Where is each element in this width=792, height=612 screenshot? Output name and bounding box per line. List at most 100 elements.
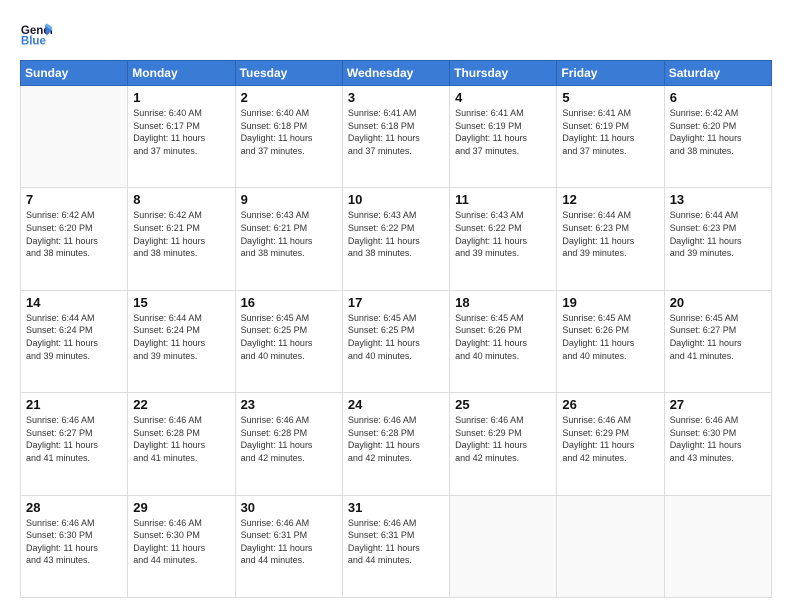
day-info: Sunrise: 6:44 AM Sunset: 6:23 PM Dayligh… xyxy=(670,209,766,259)
calendar-cell xyxy=(21,86,128,188)
calendar-cell: 16 Sunrise: 6:45 AM Sunset: 6:25 PM Dayli… xyxy=(235,290,342,392)
day-info: Sunrise: 6:46 AM Sunset: 6:28 PM Dayligh… xyxy=(133,414,229,464)
calendar-cell: 17 Sunrise: 6:45 AM Sunset: 6:25 PM Dayli… xyxy=(342,290,449,392)
day-info: Sunrise: 6:45 AM Sunset: 6:25 PM Dayligh… xyxy=(348,312,444,362)
day-info: Sunrise: 6:45 AM Sunset: 6:25 PM Dayligh… xyxy=(241,312,337,362)
day-number: 9 xyxy=(241,192,337,207)
calendar-cell: 20Sunrise: 6:45 AM Sunset: 6:27 PM Dayli… xyxy=(664,290,771,392)
day-info: Sunrise: 6:42 AM Sunset: 6:20 PM Dayligh… xyxy=(670,107,766,157)
day-number: 17 xyxy=(348,295,444,310)
day-number: 13 xyxy=(670,192,766,207)
calendar-cell: 29 Sunrise: 6:46 AM Sunset: 6:30 PM Dayli… xyxy=(128,495,235,597)
day-number: 31 xyxy=(348,500,444,515)
calendar-cell: 26 Sunrise: 6:46 AM Sunset: 6:29 PM Dayli… xyxy=(557,393,664,495)
day-number: 16 xyxy=(241,295,337,310)
day-info: Sunrise: 6:44 AM Sunset: 6:23 PM Dayligh… xyxy=(562,209,658,259)
calendar-cell: 15 Sunrise: 6:44 AM Sunset: 6:24 PM Dayli… xyxy=(128,290,235,392)
calendar-cell: 6 Sunrise: 6:42 AM Sunset: 6:20 PM Daylig… xyxy=(664,86,771,188)
day-info: Sunrise: 6:41 AM Sunset: 6:19 PM Dayligh… xyxy=(562,107,658,157)
day-number: 6 xyxy=(670,90,766,105)
day-info: Sunrise: 6:41 AM Sunset: 6:18 PM Dayligh… xyxy=(348,107,444,157)
calendar-week-row: 28 Sunrise: 6:46 AM Sunset: 6:30 PM Dayli… xyxy=(21,495,772,597)
day-info: Sunrise: 6:43 AM Sunset: 6:22 PM Dayligh… xyxy=(348,209,444,259)
calendar-cell: 5 Sunrise: 6:41 AM Sunset: 6:19 PM Daylig… xyxy=(557,86,664,188)
day-info: Sunrise: 6:46 AM Sunset: 6:28 PM Dayligh… xyxy=(348,414,444,464)
logo-icon: General Blue xyxy=(20,18,52,50)
calendar-cell xyxy=(664,495,771,597)
calendar-day-header: Monday xyxy=(128,61,235,86)
day-info: Sunrise: 6:42 AM Sunset: 6:20 PM Dayligh… xyxy=(26,209,122,259)
day-info: Sunrise: 6:46 AM Sunset: 6:30 PM Dayligh… xyxy=(133,517,229,567)
day-number: 24 xyxy=(348,397,444,412)
calendar-cell: 4Sunrise: 6:41 AM Sunset: 6:19 PM Daylig… xyxy=(450,86,557,188)
day-info: Sunrise: 6:46 AM Sunset: 6:31 PM Dayligh… xyxy=(241,517,337,567)
day-info: Sunrise: 6:40 AM Sunset: 6:18 PM Dayligh… xyxy=(241,107,337,157)
svg-text:Blue: Blue xyxy=(21,36,47,48)
day-number: 22 xyxy=(133,397,229,412)
calendar-cell: 1 Sunrise: 6:40 AM Sunset: 6:17 PM Daylig… xyxy=(128,86,235,188)
calendar-table: SundayMondayTuesdayWednesdayThursdayFrid… xyxy=(20,60,772,598)
day-number: 29 xyxy=(133,500,229,515)
calendar-cell: 27 Sunrise: 6:46 AM Sunset: 6:30 PM Dayli… xyxy=(664,393,771,495)
day-number: 3 xyxy=(348,90,444,105)
day-info: Sunrise: 6:44 AM Sunset: 6:24 PM Dayligh… xyxy=(26,312,122,362)
day-number: 20 xyxy=(670,295,766,310)
calendar-cell: 13 Sunrise: 6:44 AM Sunset: 6:23 PM Dayli… xyxy=(664,188,771,290)
calendar-header-row: SundayMondayTuesdayWednesdayThursdayFrid… xyxy=(21,61,772,86)
calendar-cell: 25 Sunrise: 6:46 AM Sunset: 6:29 PM Dayli… xyxy=(450,393,557,495)
day-info: Sunrise: 6:44 AM Sunset: 6:24 PM Dayligh… xyxy=(133,312,229,362)
day-number: 26 xyxy=(562,397,658,412)
header: General Blue xyxy=(20,18,772,50)
day-info: Sunrise: 6:42 AM Sunset: 6:21 PM Dayligh… xyxy=(133,209,229,259)
day-info: Sunrise: 6:45 AM Sunset: 6:26 PM Dayligh… xyxy=(455,312,551,362)
day-info: Sunrise: 6:46 AM Sunset: 6:30 PM Dayligh… xyxy=(26,517,122,567)
calendar-cell: 21Sunrise: 6:46 AM Sunset: 6:27 PM Dayli… xyxy=(21,393,128,495)
calendar-cell: 2 Sunrise: 6:40 AM Sunset: 6:18 PM Daylig… xyxy=(235,86,342,188)
day-number: 14 xyxy=(26,295,122,310)
day-number: 19 xyxy=(562,295,658,310)
day-number: 23 xyxy=(241,397,337,412)
day-number: 18 xyxy=(455,295,551,310)
calendar-cell: 22 Sunrise: 6:46 AM Sunset: 6:28 PM Dayli… xyxy=(128,393,235,495)
calendar-cell: 11 Sunrise: 6:43 AM Sunset: 6:22 PM Dayli… xyxy=(450,188,557,290)
day-number: 8 xyxy=(133,192,229,207)
day-number: 10 xyxy=(348,192,444,207)
calendar-week-row: 21Sunrise: 6:46 AM Sunset: 6:27 PM Dayli… xyxy=(21,393,772,495)
day-info: Sunrise: 6:41 AM Sunset: 6:19 PM Dayligh… xyxy=(455,107,551,157)
day-number: 1 xyxy=(133,90,229,105)
calendar-cell: 10 Sunrise: 6:43 AM Sunset: 6:22 PM Dayli… xyxy=(342,188,449,290)
calendar-day-header: Tuesday xyxy=(235,61,342,86)
calendar-cell: 7Sunrise: 6:42 AM Sunset: 6:20 PM Daylig… xyxy=(21,188,128,290)
calendar-week-row: 1 Sunrise: 6:40 AM Sunset: 6:17 PM Daylig… xyxy=(21,86,772,188)
day-number: 25 xyxy=(455,397,551,412)
calendar-cell: 23 Sunrise: 6:46 AM Sunset: 6:28 PM Dayli… xyxy=(235,393,342,495)
day-info: Sunrise: 6:43 AM Sunset: 6:22 PM Dayligh… xyxy=(455,209,551,259)
day-number: 5 xyxy=(562,90,658,105)
calendar-cell: 12 Sunrise: 6:44 AM Sunset: 6:23 PM Dayli… xyxy=(557,188,664,290)
day-info: Sunrise: 6:43 AM Sunset: 6:21 PM Dayligh… xyxy=(241,209,337,259)
day-number: 11 xyxy=(455,192,551,207)
calendar-day-header: Friday xyxy=(557,61,664,86)
calendar-cell: 19 Sunrise: 6:45 AM Sunset: 6:26 PM Dayli… xyxy=(557,290,664,392)
calendar-day-header: Saturday xyxy=(664,61,771,86)
day-number: 12 xyxy=(562,192,658,207)
day-info: Sunrise: 6:46 AM Sunset: 6:29 PM Dayligh… xyxy=(562,414,658,464)
day-info: Sunrise: 6:46 AM Sunset: 6:29 PM Dayligh… xyxy=(455,414,551,464)
day-info: Sunrise: 6:46 AM Sunset: 6:31 PM Dayligh… xyxy=(348,517,444,567)
day-info: Sunrise: 6:46 AM Sunset: 6:30 PM Dayligh… xyxy=(670,414,766,464)
day-info: Sunrise: 6:46 AM Sunset: 6:27 PM Dayligh… xyxy=(26,414,122,464)
day-info: Sunrise: 6:40 AM Sunset: 6:17 PM Dayligh… xyxy=(133,107,229,157)
day-number: 15 xyxy=(133,295,229,310)
calendar-week-row: 7Sunrise: 6:42 AM Sunset: 6:20 PM Daylig… xyxy=(21,188,772,290)
day-number: 27 xyxy=(670,397,766,412)
day-info: Sunrise: 6:46 AM Sunset: 6:28 PM Dayligh… xyxy=(241,414,337,464)
day-number: 2 xyxy=(241,90,337,105)
day-info: Sunrise: 6:45 AM Sunset: 6:26 PM Dayligh… xyxy=(562,312,658,362)
calendar-cell: 9 Sunrise: 6:43 AM Sunset: 6:21 PM Daylig… xyxy=(235,188,342,290)
calendar-day-header: Wednesday xyxy=(342,61,449,86)
calendar-cell: 18 Sunrise: 6:45 AM Sunset: 6:26 PM Dayli… xyxy=(450,290,557,392)
day-number: 30 xyxy=(241,500,337,515)
calendar-cell: 8 Sunrise: 6:42 AM Sunset: 6:21 PM Daylig… xyxy=(128,188,235,290)
page: General Blue SundayMondayTuesdayWednesda… xyxy=(0,0,792,612)
day-number: 28 xyxy=(26,500,122,515)
